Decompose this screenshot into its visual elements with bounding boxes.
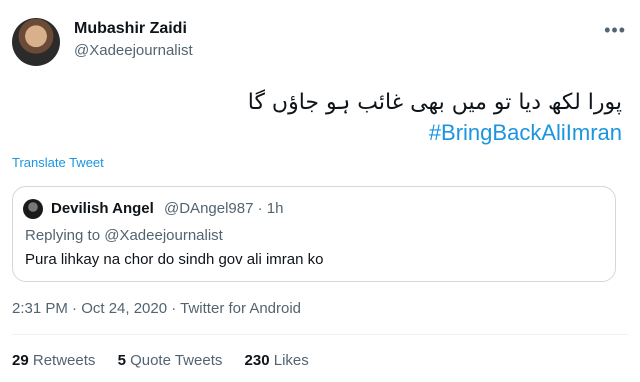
quoted-avatar <box>23 199 43 219</box>
divider <box>12 334 628 335</box>
quote-tweets-stat[interactable]: 5 Quote Tweets <box>118 352 223 369</box>
tweet-stats: 29 Retweets 5 Quote Tweets 230 Likes <box>12 352 327 369</box>
tweet-text: پورا لکھ دیا تو میں بھی غائب ہو جاؤں گا <box>247 90 622 115</box>
quoted-display-name: Devilish Angel <box>51 200 154 217</box>
quoted-replying-to: Replying to @Xadeejournalist <box>25 227 223 244</box>
author-display-name[interactable]: Mubashir Zaidi <box>74 20 187 38</box>
hashtag-link[interactable]: #BringBackAliImran <box>248 118 622 148</box>
tweet-body: پورا لکھ دیا تو میں بھی غائب ہو جاؤں گا … <box>248 88 622 148</box>
quotes-count: 5 <box>117 352 126 369</box>
more-options-icon[interactable]: ••• <box>604 20 626 41</box>
retweets-count: 29 <box>12 352 29 369</box>
quoted-handle-time: @DAngel987 · 1h <box>164 200 284 217</box>
likes-count: 230 <box>244 352 270 369</box>
quoted-text: Pura lihkay na chor do sindh gov ali imr… <box>25 251 324 268</box>
likes-label: Likes <box>273 352 309 369</box>
quotes-label: Quote Tweets <box>130 352 223 369</box>
translate-tweet-link[interactable]: Translate Tweet <box>12 155 104 170</box>
retweets-stat[interactable]: 29 Retweets <box>12 352 95 369</box>
author-handle[interactable]: @Xadeejournalist <box>74 42 193 59</box>
author-avatar[interactable] <box>12 18 60 66</box>
quoted-tweet[interactable]: Devilish Angel @DAngel987 · 1h Replying … <box>12 186 616 282</box>
likes-stat[interactable]: 230 Likes <box>245 352 309 369</box>
retweets-label: Retweets <box>32 352 96 369</box>
tweet-timestamp[interactable]: 2:31 PM · Oct 24, 2020 · Twitter for And… <box>12 300 301 317</box>
